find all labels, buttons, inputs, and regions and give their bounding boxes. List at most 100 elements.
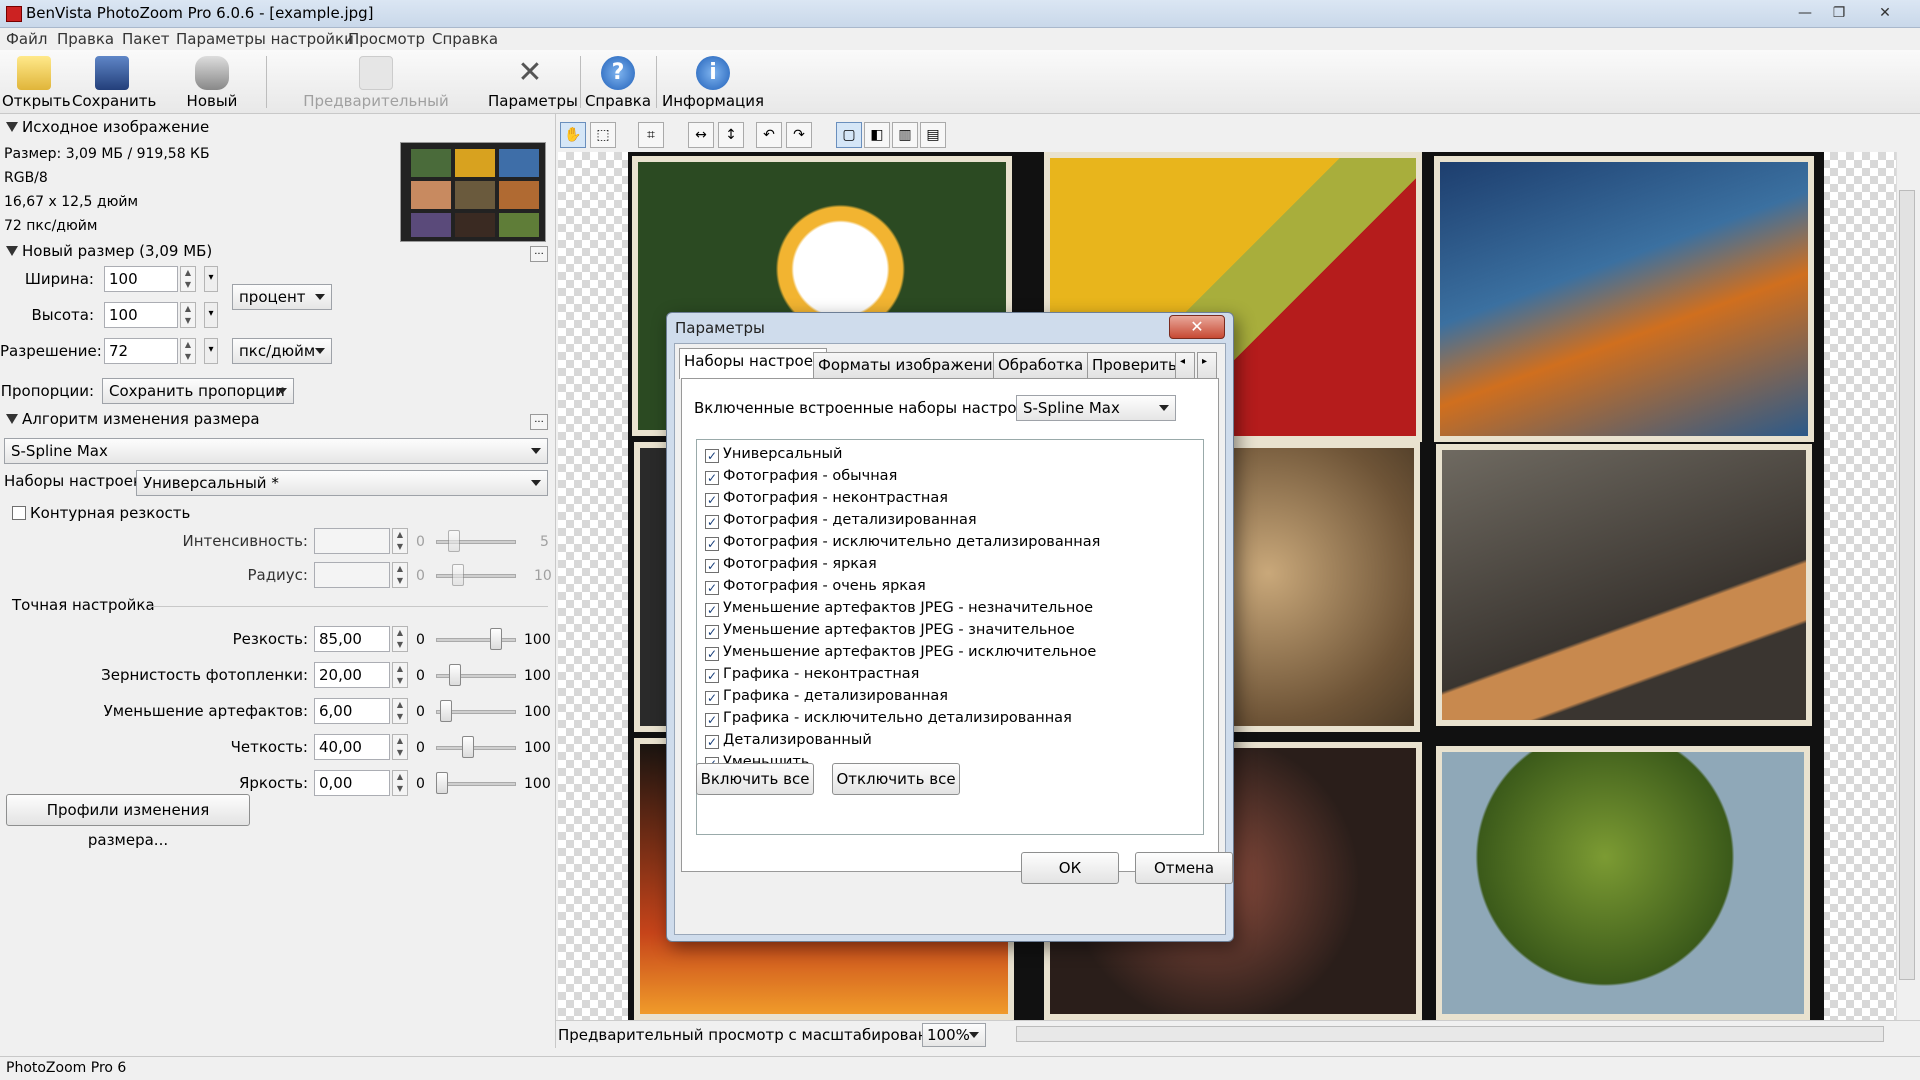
side-by-side-view-button[interactable]: ▥ — [892, 122, 918, 148]
tab-scroll-right-button[interactable]: ▸ — [1197, 352, 1217, 378]
ok-button[interactable]: ОК — [1021, 852, 1119, 884]
minimize-button[interactable]: — — [1788, 2, 1822, 24]
fine-tune-spinner[interactable]: ▲ ▼ — [392, 626, 408, 652]
intensity-field[interactable] — [314, 528, 390, 554]
disable-all-button[interactable]: Отключить все — [832, 763, 960, 795]
width-spinner[interactable]: ▲ ▼ — [180, 266, 196, 292]
stacked-view-button[interactable]: ▤ — [920, 122, 946, 148]
close-window-button[interactable]: ✕ — [1868, 2, 1902, 24]
zoom-select[interactable]: 100% — [922, 1023, 986, 1047]
proportions-select[interactable]: Сохранить пропорции — [102, 378, 294, 404]
new-batch-button[interactable]: Новый пакет — [164, 50, 260, 128]
radius-slider-thumb[interactable] — [452, 564, 464, 586]
preset-checkbox-item[interactable]: ✓ Фотография - исключительно детализирова… — [705, 534, 1100, 556]
vertical-scroll-thumb[interactable] — [1899, 190, 1915, 980]
fine-tune-slider[interactable] — [436, 638, 516, 642]
fine-tune-spinner[interactable]: ▲ ▼ — [392, 770, 408, 796]
height-spinner[interactable]: ▲ ▼ — [180, 302, 196, 328]
rotate-left-button[interactable]: ↶ — [756, 122, 782, 148]
maximize-button[interactable]: ❐ — [1822, 2, 1856, 24]
resolution-unit-select[interactable]: пкс/дюйм — [232, 338, 332, 364]
flip-horizontal-button[interactable]: ↔ — [688, 122, 714, 148]
fine-tune-slider[interactable] — [436, 746, 516, 750]
preset-checkbox-item[interactable]: ✓ Уменьшение артефактов JPEG - незначител… — [705, 600, 1093, 622]
menu-batch[interactable]: Пакет — [122, 30, 170, 48]
preset-checkbox-item[interactable]: ✓ Уменьшение артефактов JPEG - значительн… — [705, 622, 1075, 644]
algorithm-more-button[interactable]: ... — [530, 414, 548, 430]
unsharp-mask-checkbox[interactable]: Контурная резкость — [12, 504, 190, 522]
fine-tune-spinner[interactable]: ▲ ▼ — [392, 662, 408, 688]
fine-tune-spinner[interactable]: ▲ ▼ — [392, 698, 408, 724]
resize-profiles-button[interactable]: Профили изменения размера... — [6, 794, 250, 849]
menu-file[interactable]: Файл — [6, 30, 47, 48]
preset-checkbox-item[interactable]: ✓ Графика - исключительно детализированна… — [705, 710, 1072, 732]
selection-tool-button[interactable]: ⬚ — [590, 122, 616, 148]
dialog-close-button[interactable]: ✕ — [1169, 315, 1225, 339]
preset-checkbox-item[interactable]: ✓ Графика - детализированная — [705, 688, 948, 710]
new-size-more-button[interactable]: ... — [530, 246, 548, 262]
fine-tune-field[interactable]: 85,00 — [314, 626, 390, 652]
radius-field[interactable] — [314, 562, 390, 588]
menu-help[interactable]: Справка — [432, 30, 498, 48]
open-button[interactable]: Открыть — [2, 50, 71, 114]
fine-tune-slider-thumb[interactable] — [490, 628, 502, 650]
fine-tune-slider[interactable] — [436, 782, 516, 786]
horizontal-scrollbar[interactable] — [1016, 1026, 1884, 1042]
preset-checkbox-item[interactable]: ✓ Графика - неконтрастная — [705, 666, 919, 688]
source-image-header[interactable]: Исходное изображение — [6, 118, 209, 136]
fine-tune-field[interactable]: 20,00 — [314, 662, 390, 688]
preset-checkbox-item[interactable]: ✓ Фотография - детализированная — [705, 512, 977, 534]
settings-button[interactable]: ✕ Параметры — [488, 50, 578, 114]
preset-checkbox-item[interactable]: ✓ Фотография - очень яркая — [705, 578, 926, 600]
presets-for-select[interactable]: S-Spline Max — [1016, 395, 1176, 421]
new-size-header[interactable]: Новый размер (3,09 МБ) — [6, 242, 212, 260]
width-field[interactable]: 100 — [104, 266, 178, 292]
enable-all-button[interactable]: Включить все — [696, 763, 814, 795]
crop-tool-button[interactable]: ⌗ — [638, 122, 664, 148]
menu-settings[interactable]: Параметры настройки — [176, 30, 354, 48]
tab-processing[interactable]: Обработка — [993, 352, 1089, 378]
tab-image-formats[interactable]: Форматы изображений — [813, 352, 1008, 378]
help-button[interactable]: ? Справка — [584, 50, 652, 114]
preset-checkbox-item[interactable]: ✓ Фотография - яркая — [705, 556, 877, 578]
tab-presets[interactable]: Наборы настроек — [679, 348, 828, 379]
fine-tune-field[interactable]: 0,00 — [314, 770, 390, 796]
height-unit-button[interactable]: ▾ — [204, 302, 218, 328]
resolution-unit-button[interactable]: ▾ — [204, 338, 218, 364]
fine-tune-spinner[interactable]: ▲ ▼ — [392, 734, 408, 760]
flip-vertical-button[interactable]: ↕ — [718, 122, 744, 148]
fine-tune-slider-thumb[interactable] — [440, 700, 452, 722]
hand-tool-button[interactable]: ✋ — [560, 122, 586, 148]
height-field[interactable]: 100 — [104, 302, 178, 328]
resolution-field[interactable]: 72 — [104, 338, 178, 364]
info-button[interactable]: i Информация — [662, 50, 764, 114]
intensity-slider-thumb[interactable] — [448, 530, 460, 552]
preview-button[interactable]: Предварительный просмотр — [272, 50, 480, 128]
single-view-button[interactable]: ▢ — [836, 122, 862, 148]
rotate-right-button[interactable]: ↷ — [786, 122, 812, 148]
fine-tune-field[interactable]: 40,00 — [314, 734, 390, 760]
fine-tune-slider-thumb[interactable] — [436, 772, 448, 794]
fine-tune-slider-thumb[interactable] — [449, 664, 461, 686]
size-unit-select[interactable]: процент — [232, 284, 332, 310]
preset-checkbox-item[interactable]: ✓ Универсальный — [705, 446, 842, 468]
menu-view[interactable]: Просмотр — [348, 30, 425, 48]
fine-tune-slider-thumb[interactable] — [462, 736, 474, 758]
algorithm-select[interactable]: S-Spline Max — [4, 438, 548, 464]
tab-scroll-left-button[interactable]: ◂ — [1175, 352, 1195, 378]
fine-tune-field[interactable]: 6,00 — [314, 698, 390, 724]
save-button[interactable]: Сохранить — [72, 50, 156, 114]
tab-check[interactable]: Проверить — [1087, 352, 1182, 378]
cancel-button[interactable]: Отмена — [1135, 852, 1233, 884]
preset-checkbox-item[interactable]: ✓ Фотография - неконтрастная — [705, 490, 948, 512]
resolution-spinner[interactable]: ▲ ▼ — [180, 338, 196, 364]
menu-edit[interactable]: Правка — [57, 30, 114, 48]
intensity-spinner[interactable]: ▲ ▼ — [392, 528, 408, 554]
split-view-button[interactable]: ◧ — [864, 122, 890, 148]
presets-select[interactable]: Универсальный * — [136, 470, 548, 496]
preset-checkbox-item[interactable]: ✓ Фотография - обычная — [705, 468, 897, 490]
radius-spinner[interactable]: ▲ ▼ — [392, 562, 408, 588]
preset-checkbox-item[interactable]: ✓ Детализированный — [705, 732, 872, 754]
preset-checkbox-item[interactable]: ✓ Уменьшение артефактов JPEG - исключител… — [705, 644, 1096, 666]
fine-tune-slider[interactable] — [436, 674, 516, 678]
